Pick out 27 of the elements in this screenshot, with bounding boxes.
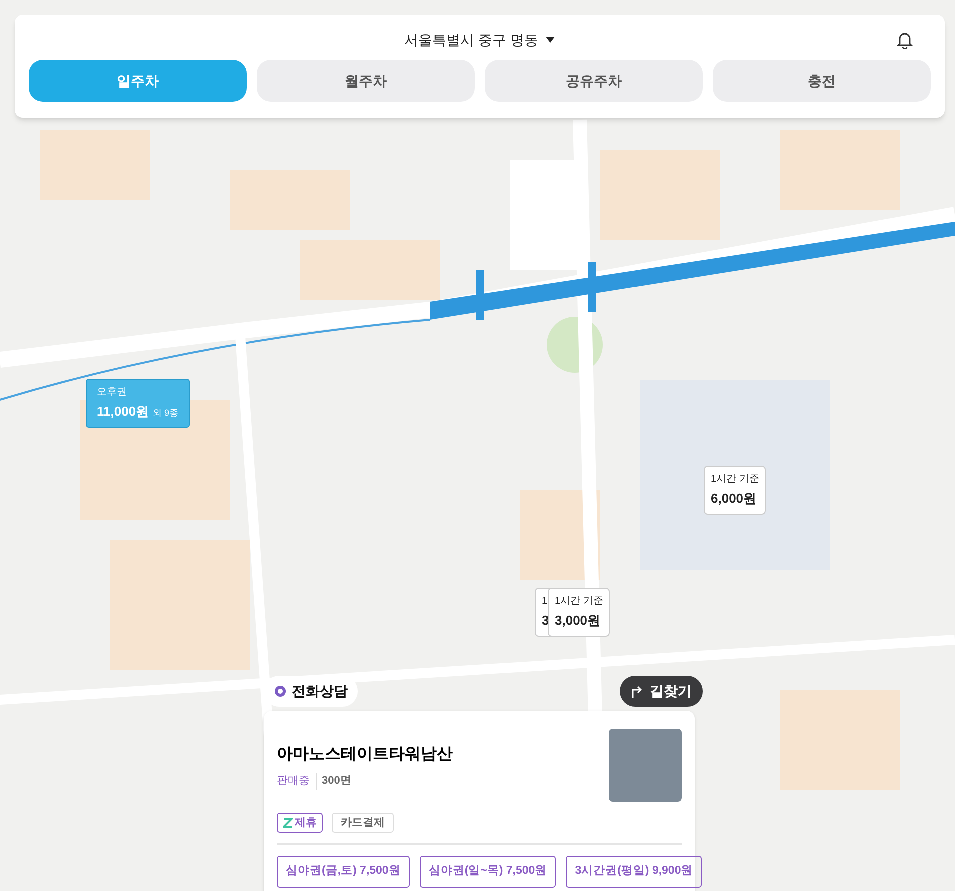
parking-lot-name: 아마노스테이트타워남산 [277, 745, 453, 765]
ticket-label: 1시간 기준 [711, 473, 760, 487]
price-marker[interactable]: 1시간 기준 6,000원 [704, 466, 766, 514]
ticket-option[interactable]: 심야권(금,토) 7,500원 [277, 856, 410, 888]
price: 3,000원 [555, 612, 601, 630]
directions-button[interactable]: 길찾기 [620, 676, 703, 707]
category-tab[interactable]: 공유주차 [485, 60, 703, 102]
category-tab[interactable]: 충전 [713, 60, 931, 102]
ticket-option[interactable]: 심야권(일~목) 7,500원 [420, 856, 556, 888]
ticket-label: 1 [542, 595, 549, 609]
space-count: 300면 [321, 774, 352, 789]
ticket-label: 오후권 [97, 386, 128, 400]
category-tab[interactable]: 월주차 [257, 60, 475, 102]
extra-count: 외 9종 [153, 407, 179, 420]
price-marker[interactable]: 1시간 기준 3,000원 [548, 588, 610, 636]
ticket-option[interactable]: 3시간권(평일) 9,900원 [566, 856, 702, 888]
sale-status: 판매중 [277, 773, 317, 790]
dropdown-caret-icon [546, 37, 556, 43]
notification-bell-icon[interactable] [897, 31, 913, 49]
price: 11,000원 [97, 403, 150, 421]
z-logo-icon [283, 818, 293, 828]
payment-tag: 카드결제 [332, 813, 394, 833]
turn-arrow-icon [631, 685, 643, 698]
location-selector[interactable]: 서울특별시 중구 명동 [404, 30, 556, 50]
partner-tag: 제휴 [277, 813, 323, 833]
price: 6,000원 [711, 490, 757, 508]
ticket-label: 1시간 기준 [555, 595, 604, 609]
